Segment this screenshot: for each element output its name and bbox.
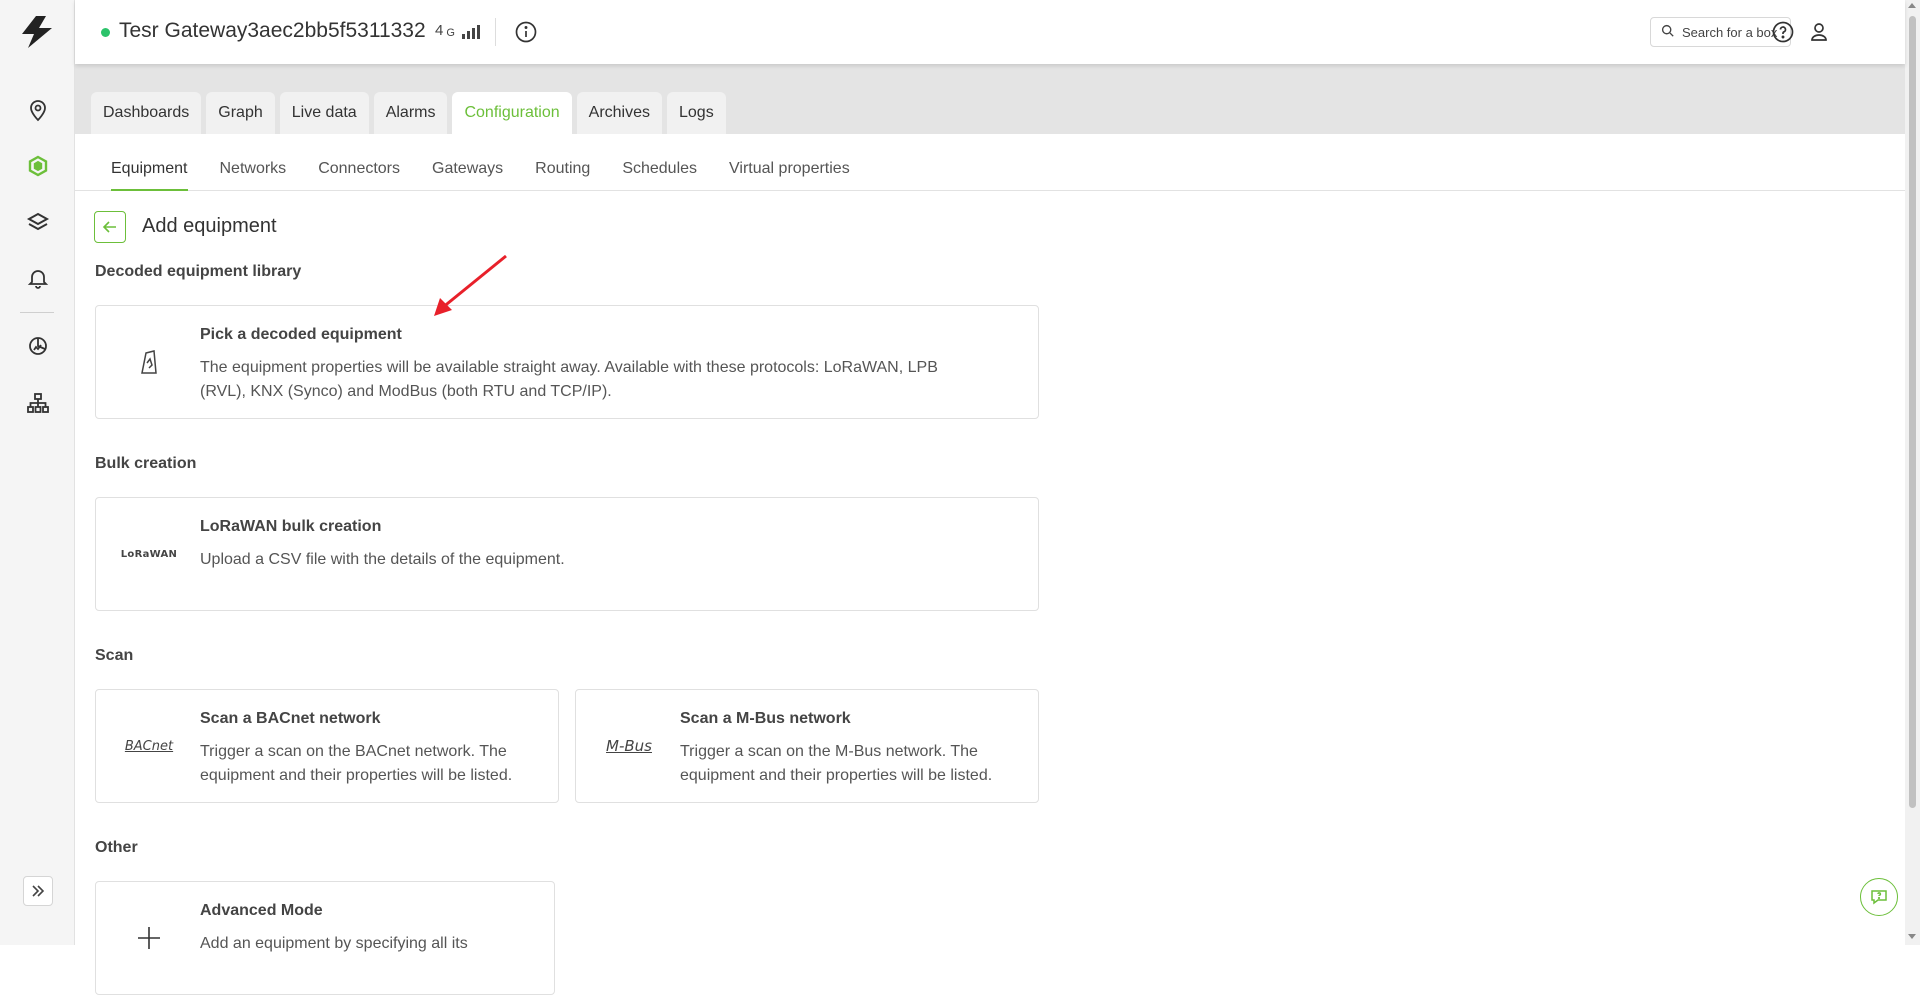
scroll-up-arrow-icon[interactable] (1908, 3, 1916, 8)
subtab-gateways[interactable]: Gateways (432, 160, 503, 191)
network-generation: 4 (435, 22, 444, 39)
card-description-line: The equipment properties will be availab… (200, 359, 938, 376)
subtab-routing[interactable]: Routing (535, 160, 590, 191)
tab-dashboards[interactable]: Dashboards (91, 92, 202, 134)
card-title: Scan a M-Bus network (680, 710, 851, 727)
tab-archives[interactable]: Archives (576, 92, 662, 134)
page-scrollbar[interactable] (1905, 0, 1920, 945)
back-button[interactable] (94, 211, 126, 243)
card-description: Upload a CSV file with the details of th… (200, 548, 565, 572)
mbus-logo: M-Bus (600, 690, 658, 802)
mbus-logo-text: M-Bus (606, 737, 652, 755)
support-chat-button[interactable] (1860, 878, 1898, 916)
left-sidebar (0, 0, 75, 945)
bell-icon[interactable] (24, 264, 52, 292)
bacnet-logo-text: BACnet (124, 738, 174, 754)
main-tab-bar: Dashboards Graph Live data Alarms Config… (75, 64, 1905, 134)
card-description: The equipment properties will be availab… (200, 356, 938, 404)
network-tree-icon[interactable] (24, 389, 52, 417)
card-description: Trigger a scan on the M-Bus network. The… (680, 740, 992, 788)
card-title: LoRaWAN bulk creation (200, 518, 382, 535)
scroll-down-arrow-icon[interactable] (1908, 934, 1916, 939)
chat-bubble-icon (1871, 890, 1887, 905)
gateway-status-dot (101, 28, 110, 37)
lorawan-logo-text: LoRaWAN (120, 548, 178, 560)
card-description-line: equipment and their properties will be l… (200, 767, 513, 784)
card-description-line: Trigger a scan on the M-Bus network. The (680, 743, 978, 760)
lorawan-logo: LoRaWAN (120, 498, 178, 610)
card-title: Scan a BACnet network (200, 710, 381, 727)
network-generation-suffix: G (446, 27, 455, 39)
section-title-bulk: Bulk creation (95, 455, 197, 472)
card-title: Advanced Mode (200, 902, 323, 919)
plus-icon (120, 882, 178, 994)
search-icon (1661, 24, 1674, 40)
pick-decoded-equipment-card[interactable]: Pick a decoded equipment The equipment p… (95, 305, 1039, 419)
search-input[interactable] (1682, 24, 1782, 40)
sidebar-divider (20, 312, 54, 313)
info-icon[interactable] (514, 20, 538, 49)
advanced-mode-card[interactable]: Advanced Mode Add an equipment by specif… (95, 881, 555, 995)
location-pin-icon[interactable] (24, 96, 52, 124)
sensor-icon (120, 306, 178, 418)
subtab-networks[interactable]: Networks (220, 160, 287, 191)
sub-tab-bar: Equipment Networks Connectors Gateways R… (75, 134, 1905, 191)
app-logo[interactable] (16, 14, 58, 50)
main-content: Add equipment Decoded equipment library … (75, 192, 1905, 995)
card-description: Add an equipment by specifying all its (200, 932, 468, 956)
top-bar: Tesr Gateway3aec2bb5f5311332 4G (75, 0, 1905, 64)
section-title-other: Other (95, 839, 138, 856)
section-title-decoded: Decoded equipment library (95, 263, 302, 280)
card-description-line: equipment and their properties will be l… (680, 767, 993, 784)
subtab-virtual-properties[interactable]: Virtual properties (729, 160, 850, 191)
topbar-divider (495, 18, 496, 46)
tab-logs[interactable]: Logs (667, 92, 726, 134)
layers-icon[interactable] (24, 208, 52, 236)
analytics-chart-icon[interactable] (24, 332, 52, 360)
card-description: Trigger a scan on the BACnet network. Th… (200, 740, 512, 788)
tab-live-data[interactable]: Live data (279, 92, 369, 134)
card-description-line: Upload a CSV file with the details of th… (200, 551, 565, 568)
bacnet-logo: BACnet (120, 690, 178, 802)
equipment-cube-icon[interactable] (24, 152, 52, 180)
tab-graph[interactable]: Graph (206, 92, 275, 134)
signal-bars-icon (461, 23, 480, 39)
user-account-icon[interactable] (1807, 20, 1831, 49)
tab-configuration[interactable]: Configuration (452, 92, 572, 134)
card-description-line: (RVL), KNX (Synco) and ModBus (both RTU … (200, 383, 612, 400)
network-signal-badge: 4G (435, 22, 480, 39)
arrow-left-icon (102, 221, 116, 233)
scan-mbus-card[interactable]: M-Bus Scan a M-Bus network Trigger a sca… (575, 689, 1039, 803)
expand-sidebar-button[interactable] (23, 876, 53, 906)
scan-bacnet-card[interactable]: BACnet Scan a BACnet network Trigger a s… (95, 689, 559, 803)
gateway-title: Tesr Gateway3aec2bb5f5311332 (119, 19, 426, 42)
tab-alarms[interactable]: Alarms (373, 92, 448, 134)
annotation-arrow-icon (434, 254, 507, 316)
card-description-line: Trigger a scan on the BACnet network. Th… (200, 743, 507, 760)
lorawan-bulk-creation-card[interactable]: LoRaWAN LoRaWAN bulk creation Upload a C… (95, 497, 1039, 611)
card-title: Pick a decoded equipment (200, 326, 402, 343)
section-title-scan: Scan (95, 647, 134, 664)
page-title: Add equipment (142, 215, 277, 237)
subtab-equipment[interactable]: Equipment (111, 160, 188, 191)
card-description-line: Add an equipment by specifying all its (200, 935, 468, 952)
search-box[interactable] (1650, 17, 1791, 47)
help-icon[interactable] (1771, 20, 1795, 49)
subtab-schedules[interactable]: Schedules (622, 160, 697, 191)
subtab-connectors[interactable]: Connectors (318, 160, 400, 191)
scrollbar-thumb[interactable] (1909, 16, 1916, 808)
